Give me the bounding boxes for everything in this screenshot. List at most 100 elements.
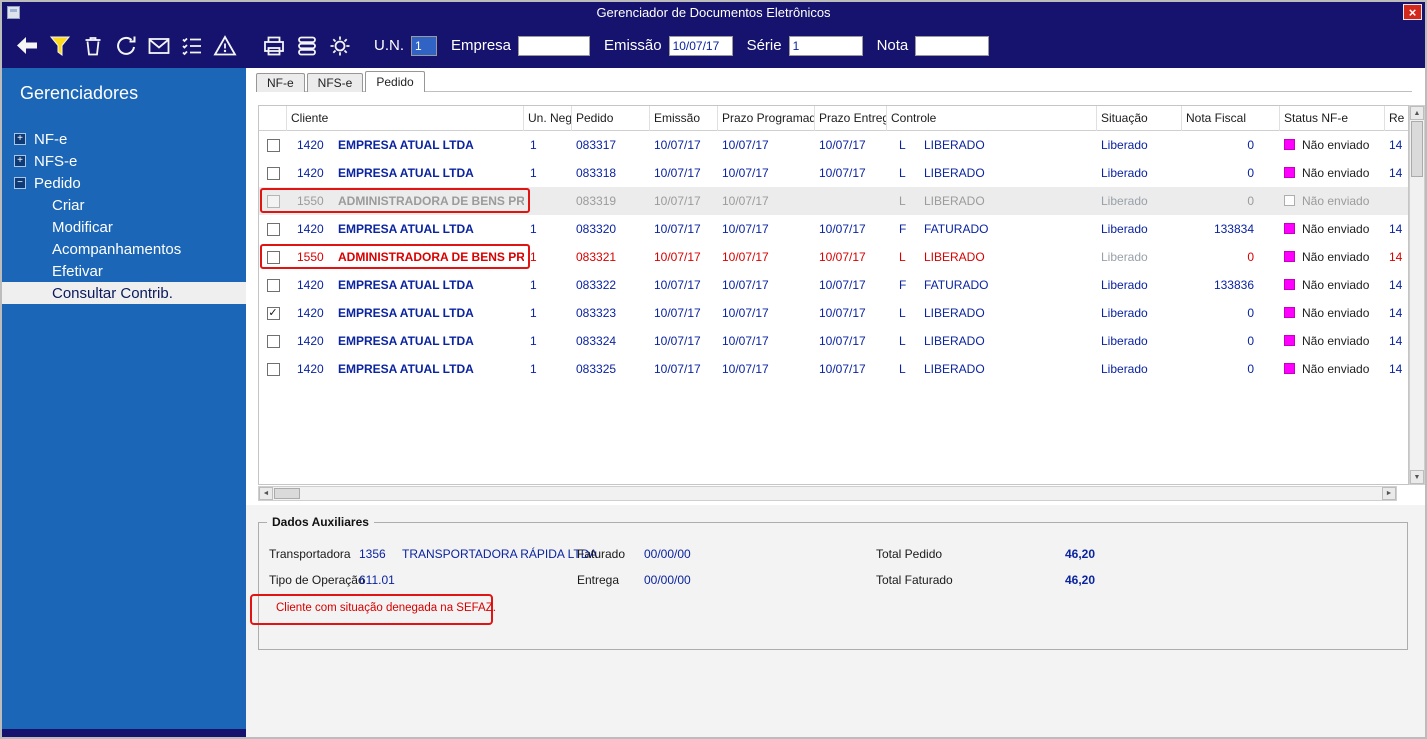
un-field-group: U.N. [374, 35, 437, 56]
email-button[interactable] [142, 28, 175, 64]
cell-prazo_ent: 10/07/17 [819, 222, 866, 236]
emissao-input[interactable] [668, 35, 733, 56]
row-checkbox[interactable] [266, 194, 280, 208]
row-checkbox[interactable] [266, 138, 280, 152]
table-row[interactable]: 1420 EMPRESA ATUAL LTDA 1 083322 10/07/17 10/… [259, 271, 1408, 299]
column-header-emissao[interactable]: Emissão [650, 106, 718, 131]
horizontal-scrollbar[interactable]: ◄ ► [258, 486, 1397, 501]
row-checkbox[interactable] [266, 250, 280, 264]
dados-auxiliares-panel: Dados Auxiliares Transportadora 1356 TRA… [250, 515, 1408, 650]
sidebar-item-consultar-contrib[interactable]: Consultar Contrib. [2, 282, 246, 304]
column-header-status[interactable]: Status NF-e [1280, 106, 1385, 131]
controle-label: FATURADO [924, 222, 989, 236]
table-row[interactable]: 1420 EMPRESA ATUAL LTDA 1 083320 10/07/17 10/… [259, 215, 1408, 243]
row-checkbox[interactable] [266, 166, 280, 180]
collapse-icon[interactable]: − [14, 177, 26, 189]
vertical-scrollbar[interactable]: ▲ ▼ [1409, 105, 1425, 485]
row-checkbox[interactable] [266, 278, 280, 292]
stack-button[interactable] [290, 28, 323, 64]
back-arrow-button[interactable] [10, 28, 43, 64]
vertical-scroll-thumb[interactable] [1411, 121, 1423, 177]
un-input[interactable] [411, 35, 437, 56]
table-row[interactable]: 1420 EMPRESA ATUAL LTDA 1 083317 10/07/17 10/… [259, 131, 1408, 159]
column-header-prazo_ent[interactable]: Prazo Entrega [815, 106, 887, 131]
row-checkbox[interactable]: ✓ [266, 306, 280, 320]
cell-nota: 0 [1247, 250, 1254, 264]
sidebar-item-nfs-e[interactable]: + NFS-e [2, 150, 246, 172]
cell-controle: F FATURADO [887, 215, 1097, 243]
email-icon [148, 37, 169, 54]
warning-button[interactable] [208, 28, 241, 64]
cell-controle: F FATURADO [887, 271, 1097, 299]
table-row[interactable]: ✓ 1420 EMPRESA ATUAL LTDA 1 083323 10/07/17 10… [259, 299, 1408, 327]
column-header-prazo_prog[interactable]: Prazo Programado [718, 106, 815, 131]
controle-code: F [899, 222, 907, 236]
toolbar-icons [10, 28, 356, 64]
cell-cliente: 1550 ADMINISTRADORA DE BENS PRÓPRI [287, 243, 524, 271]
filter-button[interactable] [43, 28, 76, 64]
sidebar-item-criar[interactable]: Criar [2, 194, 246, 216]
cell-nota: 0 [1247, 306, 1254, 320]
cell-status: Não enviado [1280, 159, 1385, 187]
row-checkbox[interactable] [266, 334, 280, 348]
checklist-button[interactable] [175, 28, 208, 64]
cell-prazo_ent: 10/07/17 [819, 362, 866, 376]
refresh-button[interactable] [109, 28, 142, 64]
table-row[interactable]: 1550 ADMINISTRADORA DE BENS PRÓPRI 083319 1… [259, 187, 1408, 215]
cell-status: Não enviado [1280, 355, 1385, 383]
status-nfe-label: Não enviado [1302, 278, 1370, 292]
settings-button[interactable] [323, 28, 356, 64]
transportadora-name: TRANSPORTADORA RÁPIDA LTDA [402, 547, 598, 561]
controle-code: L [899, 166, 906, 180]
up-arrow-icon: ▲ [1413, 109, 1421, 117]
tab-pedido[interactable]: Pedido [365, 71, 425, 92]
serie-input[interactable] [788, 35, 863, 56]
sidebar-item-acompanhamentos[interactable]: Acompanhamentos [2, 238, 246, 260]
sidebar-item-pedido[interactable]: − Pedido [2, 172, 246, 194]
close-button[interactable]: × [1403, 4, 1422, 20]
scroll-up-button[interactable]: ▲ [1410, 106, 1424, 120]
status-nfe-indicator [1284, 334, 1295, 346]
controle-label: LIBERADO [924, 138, 985, 152]
table-row[interactable]: 1420 EMPRESA ATUAL LTDA 1 083318 10/07/17 10/… [259, 159, 1408, 187]
column-header-un[interactable]: Un. Neg. [524, 106, 572, 131]
emissao-field-label: Emissão [604, 37, 662, 54]
expand-icon[interactable]: + [14, 155, 26, 167]
scroll-down-button[interactable]: ▼ [1410, 470, 1424, 484]
table-row[interactable]: 1550 ADMINISTRADORA DE BENS PRÓPRI 1 083321… [259, 243, 1408, 271]
cell-nota: 0 [1247, 362, 1254, 376]
sidebar-item-modificar[interactable]: Modificar [2, 216, 246, 238]
scroll-right-button[interactable]: ► [1382, 487, 1396, 500]
column-header-situacao[interactable]: Situação [1097, 106, 1182, 131]
row-checkbox[interactable] [266, 222, 280, 236]
delete-button[interactable] [76, 28, 109, 64]
empresa-input[interactable] [518, 35, 591, 56]
column-header-nota[interactable]: Nota Fiscal [1182, 106, 1280, 131]
column-header-re[interactable]: Re [1385, 106, 1408, 131]
column-header-sel[interactable] [259, 106, 287, 131]
cell-cliente: 1420 EMPRESA ATUAL LTDA [287, 131, 524, 159]
cell-situacao: Liberado [1101, 138, 1148, 152]
controle-code: L [899, 194, 906, 208]
controle-code: L [899, 362, 906, 376]
column-header-pedido[interactable]: Pedido [572, 106, 650, 131]
print-button[interactable] [257, 28, 290, 64]
nota-input[interactable] [915, 35, 990, 56]
tipo-operacao-label: Tipo de Operação [269, 573, 365, 587]
tab-nfs-e[interactable]: NFS-e [306, 73, 364, 92]
horizontal-scroll-thumb[interactable] [274, 488, 300, 499]
table-row[interactable]: 1420 EMPRESA ATUAL LTDA 1 083324 10/07/17 10/… [259, 327, 1408, 355]
sidebar-item-label: Acompanhamentos [52, 240, 182, 258]
table-row[interactable]: 1420 EMPRESA ATUAL LTDA 1 083325 10/07/17 10/… [259, 355, 1408, 383]
cell-re: 14 [1389, 362, 1403, 376]
row-checkbox[interactable] [266, 362, 280, 376]
sidebar-item-efetivar[interactable]: Efetivar [2, 260, 246, 282]
column-header-controle[interactable]: Controle [887, 106, 1097, 131]
scroll-left-button[interactable]: ◄ [259, 487, 273, 500]
faturado-label: Faturado [577, 547, 626, 561]
tab-nf-e[interactable]: NF-e [256, 73, 305, 92]
faturado-value: 00/00/00 [644, 547, 691, 561]
expand-icon[interactable]: + [14, 133, 26, 145]
sidebar-item-nf-e[interactable]: + NF-e [2, 128, 246, 150]
column-header-cliente[interactable]: Cliente [287, 106, 524, 131]
